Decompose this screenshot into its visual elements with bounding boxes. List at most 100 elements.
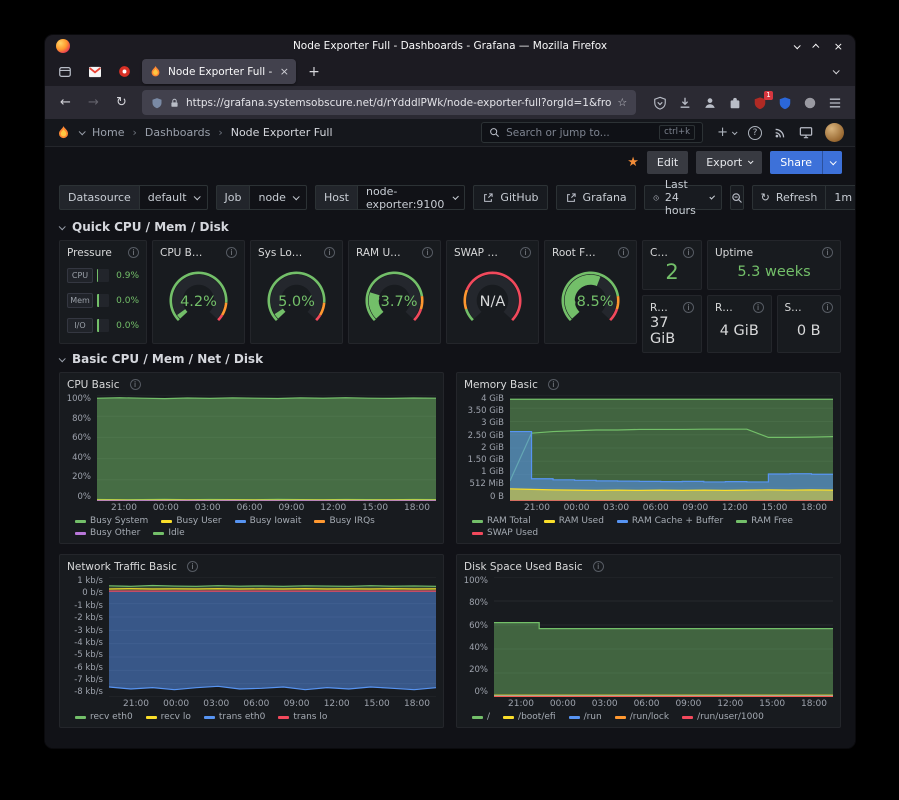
share-button[interactable]: Share bbox=[770, 151, 842, 174]
edit-button[interactable]: Edit bbox=[647, 151, 688, 174]
account-icon[interactable] bbox=[703, 96, 717, 110]
job-variable[interactable]: Job node bbox=[216, 185, 307, 210]
breadcrumb-current[interactable]: Node Exporter Full bbox=[231, 126, 333, 139]
info-icon[interactable] bbox=[128, 247, 139, 258]
favorite-star-icon[interactable]: ★ bbox=[627, 155, 639, 170]
legend-item[interactable]: / bbox=[472, 712, 490, 722]
search-input[interactable]: Search or jump to... ctrl+k bbox=[481, 122, 703, 143]
panel-title[interactable]: C… bbox=[650, 247, 668, 259]
legend-item[interactable]: Busy Iowait bbox=[235, 516, 302, 526]
maximize-icon[interactable] bbox=[812, 43, 819, 50]
legend-item[interactable]: Idle bbox=[153, 528, 184, 538]
monitor-icon[interactable] bbox=[799, 126, 813, 139]
legend-item[interactable]: recv lo bbox=[146, 712, 191, 722]
panel-title[interactable]: Sys Lo… bbox=[258, 247, 302, 259]
panel-title[interactable]: R… bbox=[650, 302, 668, 314]
info-icon[interactable] bbox=[753, 302, 764, 313]
legend-item[interactable]: /run bbox=[569, 712, 602, 722]
legend-item[interactable]: /boot/efi bbox=[503, 712, 556, 722]
info-icon[interactable] bbox=[130, 379, 141, 390]
breadcrumb-dashboards[interactable]: Dashboards bbox=[145, 126, 210, 139]
rss-icon[interactable] bbox=[774, 126, 787, 139]
panel-title[interactable]: Network Traffic Basic bbox=[67, 561, 177, 573]
panel-title[interactable]: CPU Basic bbox=[67, 379, 120, 391]
panel-title[interactable]: Pressure bbox=[67, 247, 112, 259]
legend-item[interactable]: trans eth0 bbox=[204, 712, 266, 722]
datasource-variable[interactable]: Datasource default bbox=[59, 185, 208, 210]
plot-area[interactable] bbox=[494, 577, 833, 697]
ublock-extension-icon[interactable]: 1 bbox=[753, 96, 767, 110]
info-icon[interactable] bbox=[593, 561, 604, 572]
legend-item[interactable]: Busy Other bbox=[75, 528, 140, 538]
refresh-button[interactable]: ↻Refresh bbox=[752, 185, 827, 210]
info-icon[interactable] bbox=[520, 247, 531, 258]
menu-hamburger-icon[interactable] bbox=[828, 97, 842, 109]
help-icon[interactable]: ? bbox=[748, 126, 762, 140]
panel-title[interactable]: Uptime bbox=[715, 247, 753, 259]
info-icon[interactable] bbox=[422, 247, 433, 258]
pinned-tab-extension[interactable] bbox=[113, 60, 135, 84]
legend-item[interactable]: Busy IRQs bbox=[314, 516, 374, 526]
info-icon[interactable] bbox=[822, 247, 833, 258]
tab-close-icon[interactable]: × bbox=[280, 65, 289, 78]
legend-item[interactable]: RAM Total bbox=[472, 516, 531, 526]
panel-title[interactable]: R… bbox=[715, 302, 733, 314]
reload-button[interactable]: ↻ bbox=[109, 90, 134, 115]
info-icon[interactable] bbox=[618, 247, 629, 258]
panel-title[interactable]: Disk Space Used Basic bbox=[464, 561, 583, 573]
legend-item[interactable]: RAM Free bbox=[736, 516, 793, 526]
legend-item[interactable]: Busy System bbox=[75, 516, 148, 526]
share-menu-chevron-icon[interactable] bbox=[822, 151, 842, 174]
grafana-logo-icon[interactable] bbox=[56, 125, 71, 140]
panel-title[interactable]: CPU B… bbox=[160, 247, 202, 259]
pinned-tab-gmail[interactable] bbox=[84, 60, 106, 84]
legend-item[interactable]: /run/user/1000 bbox=[682, 712, 764, 722]
grafana-link-button[interactable]: Grafana bbox=[556, 185, 636, 210]
mega-menu-toggle-icon[interactable] bbox=[79, 128, 86, 135]
github-link-button[interactable]: GitHub bbox=[473, 185, 547, 210]
panel-title[interactable]: Memory Basic bbox=[464, 379, 538, 391]
bookmark-star-icon[interactable]: ☆ bbox=[617, 96, 627, 109]
lock-icon[interactable] bbox=[169, 97, 180, 109]
extension-gray-icon[interactable] bbox=[803, 96, 817, 110]
downloads-icon[interactable] bbox=[678, 96, 692, 110]
legend-item[interactable]: /run/lock bbox=[615, 712, 669, 722]
legend-item[interactable]: recv eth0 bbox=[75, 712, 133, 722]
section-basic-cpu-mem-net-disk[interactable]: Basic CPU / Mem / Net / Disk bbox=[59, 352, 841, 366]
user-avatar[interactable] bbox=[825, 123, 844, 142]
export-button[interactable]: Export bbox=[696, 151, 762, 174]
info-icon[interactable] bbox=[683, 302, 694, 313]
legend-item[interactable]: SWAP Used bbox=[472, 528, 538, 538]
plot-area[interactable] bbox=[109, 577, 436, 697]
back-button[interactable]: ← bbox=[53, 90, 78, 115]
url-text[interactable]: https://grafana.systemsobscure.net/d/rYd… bbox=[186, 97, 611, 109]
window-titlebar[interactable]: Node Exporter Full - Dashboards - Grafan… bbox=[45, 35, 855, 57]
legend-item[interactable]: Busy User bbox=[161, 516, 221, 526]
plot-area[interactable] bbox=[97, 395, 436, 501]
info-icon[interactable] bbox=[548, 379, 559, 390]
time-range-picker[interactable]: Last 24 hours bbox=[644, 185, 722, 210]
host-variable[interactable]: Host node-exporter:9100 bbox=[315, 185, 465, 210]
close-window-icon[interactable]: × bbox=[834, 40, 843, 53]
legend-item[interactable]: trans lo bbox=[278, 712, 327, 722]
info-icon[interactable] bbox=[822, 302, 833, 313]
firefox-view-icon[interactable] bbox=[53, 60, 77, 84]
info-icon[interactable] bbox=[324, 247, 335, 258]
panel-title[interactable]: Root F… bbox=[552, 247, 596, 259]
panel-title[interactable]: S… bbox=[785, 302, 802, 314]
section-quick-cpu-mem-disk[interactable]: Quick CPU / Mem / Disk bbox=[59, 220, 841, 234]
plot-area[interactable] bbox=[510, 395, 833, 501]
pocket-icon[interactable] bbox=[653, 96, 667, 110]
legend-item[interactable]: RAM Cache + Buffer bbox=[617, 516, 723, 526]
forward-button[interactable]: → bbox=[81, 90, 106, 115]
legend-item[interactable]: RAM Used bbox=[544, 516, 604, 526]
new-menu-button[interactable]: + bbox=[717, 125, 736, 140]
list-all-tabs-icon[interactable] bbox=[823, 60, 847, 84]
url-bar[interactable]: https://grafana.systemsobscure.net/d/rYd… bbox=[142, 90, 636, 115]
bitwarden-extension-icon[interactable] bbox=[778, 96, 792, 110]
info-icon[interactable] bbox=[683, 247, 694, 258]
panel-title[interactable]: SWAP … bbox=[454, 247, 498, 259]
breadcrumb-home[interactable]: Home bbox=[92, 126, 124, 139]
tab-node-exporter-full[interactable]: Node Exporter Full - Dashbo × bbox=[142, 59, 296, 84]
zoom-out-button[interactable] bbox=[730, 185, 744, 210]
